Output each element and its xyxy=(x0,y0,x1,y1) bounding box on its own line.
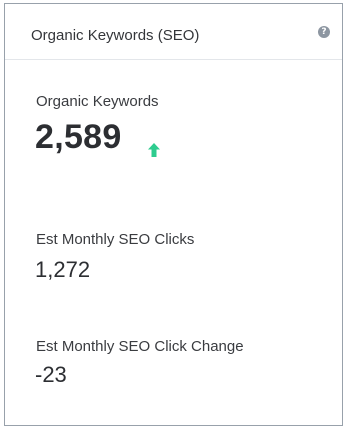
organic-keywords-label: Organic Keywords xyxy=(36,93,159,110)
card-header: Organic Keywords (SEO) ? xyxy=(5,4,342,60)
help-icon[interactable]: ? xyxy=(318,26,330,38)
est-monthly-seo-click-change-value: -23 xyxy=(35,362,67,387)
est-monthly-seo-click-change-label: Est Monthly SEO Click Change xyxy=(36,338,244,355)
card-title: Organic Keywords (SEO) xyxy=(31,27,200,44)
est-monthly-seo-clicks-value: 1,272 xyxy=(35,257,91,282)
arrow-up-icon xyxy=(148,143,160,157)
est-monthly-seo-clicks-label: Est Monthly SEO Clicks xyxy=(36,231,195,248)
seo-keywords-card: Organic Keywords (SEO) ? Organic Keyword… xyxy=(4,3,343,426)
organic-keywords-value: 2,589 xyxy=(35,118,122,156)
